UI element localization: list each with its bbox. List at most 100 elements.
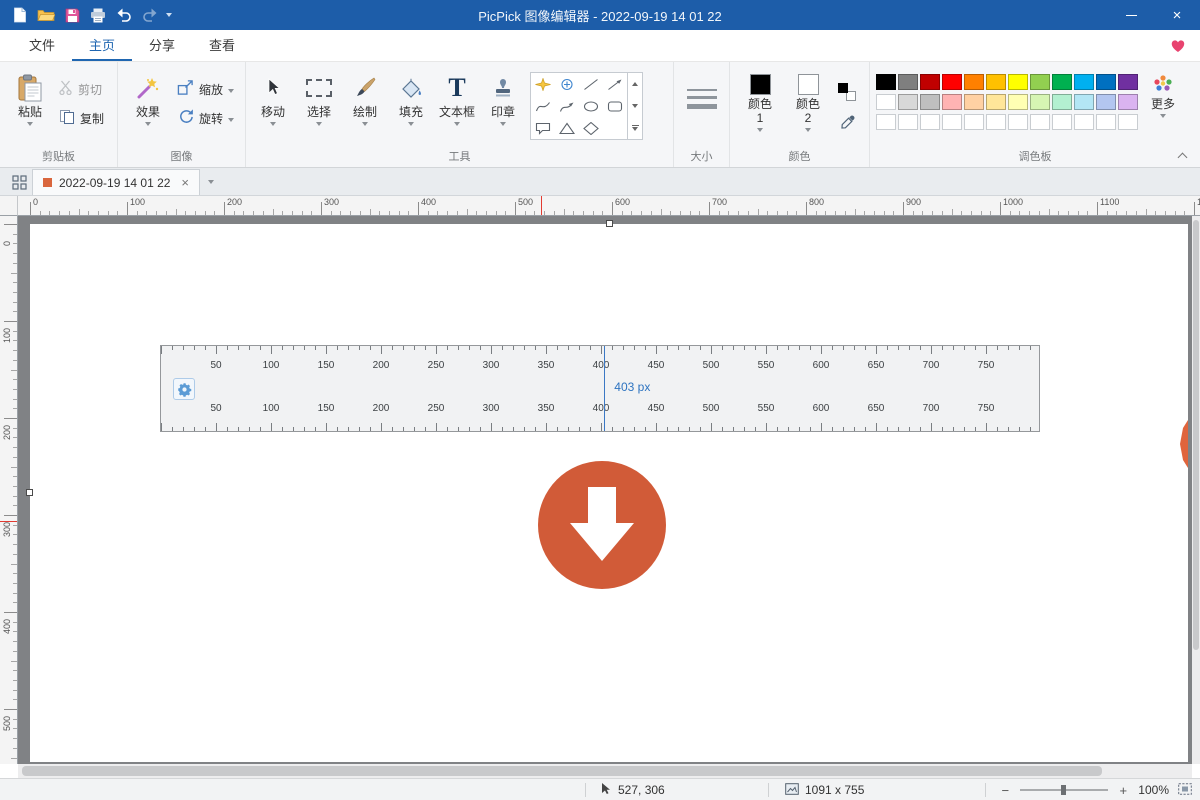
gallery-down-icon[interactable] (628, 95, 642, 117)
palette-swatch[interactable] (1074, 114, 1094, 130)
palette-swatch[interactable] (876, 114, 896, 130)
shape-line-icon[interactable] (579, 73, 603, 95)
palette-swatch[interactable] (942, 114, 962, 130)
tab-file[interactable]: 文件 (12, 30, 72, 61)
palette-swatch[interactable] (986, 94, 1006, 110)
palette-swatch[interactable] (1030, 94, 1050, 110)
palette-swatch[interactable] (1030, 114, 1050, 130)
select-tool-button[interactable]: 选择 (296, 67, 342, 149)
palette-swatch[interactable] (986, 74, 1006, 90)
close-button[interactable]: × (1154, 0, 1200, 30)
fill-tool-button[interactable]: 填充 (388, 67, 434, 149)
document-tab[interactable]: 2022-09-19 14 01 22 × (32, 169, 200, 195)
palette-swatch[interactable] (964, 94, 984, 110)
stamp-tool-button[interactable]: 印章 (480, 67, 526, 149)
move-tool-button[interactable]: 移动 (250, 67, 296, 149)
undo-icon[interactable] (112, 2, 136, 28)
shape-roundrect-icon[interactable] (603, 95, 627, 117)
palette-swatch[interactable] (1008, 74, 1028, 90)
palette-swatch[interactable] (1008, 94, 1028, 110)
fit-to-window-icon[interactable] (1178, 783, 1192, 798)
palette-swatch[interactable] (1052, 74, 1072, 90)
palette-swatch[interactable] (1096, 114, 1116, 130)
vertical-scrollbar-thumb[interactable] (1193, 220, 1199, 650)
zoom-in-button[interactable]: + (1117, 783, 1129, 798)
selection-handle-top-center[interactable] (606, 220, 613, 227)
resize-button[interactable]: 缩放 (174, 79, 237, 99)
tab-home[interactable]: 主页 (72, 30, 132, 61)
tab-dropdown-icon[interactable] (200, 169, 222, 195)
draw-tool-button[interactable]: 绘制 (342, 67, 388, 149)
window-list-icon[interactable] (6, 169, 32, 195)
selection-handle-left-middle[interactable] (26, 489, 33, 496)
palette-swatch[interactable] (1074, 94, 1094, 110)
palette-swatch[interactable] (920, 74, 940, 90)
tab-close-icon[interactable]: × (181, 175, 189, 190)
horizontal-scrollbar[interactable] (18, 764, 1192, 778)
more-colors-button[interactable]: 更多 (1138, 67, 1188, 149)
new-file-icon[interactable] (8, 2, 32, 28)
save-icon[interactable] (60, 2, 84, 28)
open-folder-icon[interactable] (34, 2, 58, 28)
paste-button[interactable]: 粘贴 (4, 67, 56, 149)
vertical-scrollbar[interactable] (1192, 216, 1200, 764)
palette-swatch[interactable] (964, 114, 984, 130)
tab-view[interactable]: 查看 (192, 30, 252, 61)
palette-swatch[interactable] (876, 74, 896, 90)
palette-swatch[interactable] (1118, 94, 1138, 110)
palette-swatch[interactable] (898, 114, 918, 130)
zoom-slider[interactable] (1020, 783, 1108, 797)
collapse-ribbon-button[interactable] (1174, 149, 1190, 163)
palette-swatch[interactable] (1030, 74, 1050, 90)
effects-button[interactable]: 效果 (122, 67, 174, 149)
tab-share[interactable]: 分享 (132, 30, 192, 61)
palette-swatch[interactable] (1118, 114, 1138, 130)
palette-swatch[interactable] (898, 94, 918, 110)
shape-star-icon[interactable] (531, 73, 555, 95)
minimize-button[interactable] (1108, 0, 1154, 30)
palette-swatch[interactable] (1096, 74, 1116, 90)
shape-curve-icon[interactable] (531, 95, 555, 117)
palette-swatch[interactable] (942, 74, 962, 90)
palette-swatch[interactable] (920, 94, 940, 110)
eyedropper-icon[interactable] (840, 115, 855, 135)
palette-swatch[interactable] (942, 94, 962, 110)
shape-arrow-line-icon[interactable] (603, 73, 627, 95)
palette-swatch[interactable] (1096, 94, 1116, 110)
zoom-out-button[interactable]: − (999, 783, 1011, 798)
palette-swatch[interactable] (1118, 74, 1138, 90)
shape-bubble-icon[interactable] (531, 117, 555, 139)
color1-button[interactable]: 颜色 1 (738, 67, 782, 149)
zoom-slider-thumb[interactable] (1061, 785, 1066, 795)
color2-button[interactable]: 颜色 2 (786, 67, 830, 149)
shape-curve-arrow-icon[interactable] (555, 95, 579, 117)
palette-swatch[interactable] (1052, 94, 1072, 110)
gallery-up-icon[interactable] (628, 73, 642, 95)
copy-button[interactable]: 复制 (56, 108, 107, 128)
palette-swatch[interactable] (1008, 114, 1028, 130)
gallery-more-icon[interactable] (628, 117, 642, 139)
palette-swatch[interactable] (898, 74, 918, 90)
shape-diamond-icon[interactable] (579, 117, 603, 139)
palette-swatch[interactable] (986, 114, 1006, 130)
shape-circle-cross-icon[interactable] (555, 73, 579, 95)
cut-button[interactable]: 剪切 (56, 79, 107, 99)
shape-triangle-icon[interactable] (555, 117, 579, 139)
palette-swatch[interactable] (964, 74, 984, 90)
textbox-tool-button[interactable]: T 文本框 (434, 67, 480, 149)
swap-colors-icon[interactable] (838, 83, 856, 101)
palette-swatch[interactable] (1074, 74, 1094, 90)
qat-dropdown-icon[interactable] (166, 13, 172, 17)
rotate-button[interactable]: 旋转 (174, 108, 237, 128)
widget-tick (744, 427, 745, 431)
horizontal-scrollbar-thumb[interactable] (22, 766, 1102, 776)
print-icon[interactable] (86, 2, 110, 28)
redo-icon[interactable] (138, 2, 162, 28)
palette-swatch[interactable] (1052, 114, 1072, 130)
palette-swatch[interactable] (876, 94, 896, 110)
donate-heart-icon[interactable] (1170, 30, 1200, 61)
palette-swatch[interactable] (920, 114, 940, 130)
shape-ellipse-icon[interactable] (579, 95, 603, 117)
line-size-button[interactable] (678, 67, 725, 109)
canvas[interactable]: 5050100100150150200200250250300300350350… (30, 224, 1188, 762)
